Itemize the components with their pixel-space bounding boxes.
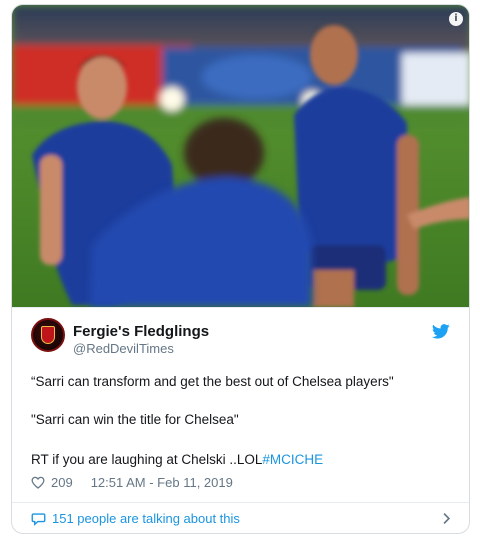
avatar-crest: [41, 326, 55, 344]
author-avatar[interactable]: [31, 318, 65, 352]
author-handle[interactable]: @RedDevilTimes: [73, 341, 174, 356]
conversation-link[interactable]: 151 people are talking about this: [12, 503, 469, 533]
conversation-label: 151 people are talking about this: [52, 511, 240, 526]
tweet-card[interactable]: i Fergie's Fledglings @RedDevilTimes “Sa…: [11, 4, 470, 534]
tweet-photo[interactable]: i: [12, 5, 469, 307]
hashtag-link[interactable]: #MCICHE: [262, 452, 323, 467]
info-icon[interactable]: i: [449, 12, 463, 26]
tweet-text-line-3: RT if you are laughing at Chelski ..LOL#…: [31, 452, 323, 467]
author-name[interactable]: Fergie's Fledglings: [73, 323, 209, 340]
speech-bubble-icon: [31, 512, 46, 526]
tweet-text-line-2: "Sarri can win the title for Chelsea": [31, 412, 239, 427]
chevron-right-icon: [443, 513, 451, 524]
heart-icon[interactable]: [31, 476, 45, 489]
tweet-meta: 209 12:51 AM - Feb 11, 2019: [31, 473, 233, 491]
photo-divider: [12, 307, 469, 308]
tweet-text-line-1: “Sarri can transform and get the best ou…: [31, 374, 394, 389]
tweet-timestamp[interactable]: 12:51 AM - Feb 11, 2019: [91, 475, 233, 490]
twitter-bird-icon[interactable]: [432, 324, 450, 339]
photo-illustration: [12, 5, 469, 307]
tweet-text-line-3-body: RT if you are laughing at Chelski ..LOL: [31, 452, 263, 467]
like-count[interactable]: 209: [51, 475, 73, 490]
